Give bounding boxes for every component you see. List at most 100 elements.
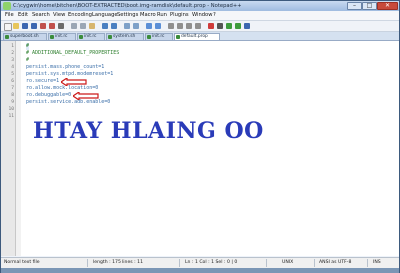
menu-view[interactable]: View bbox=[53, 12, 65, 19]
red-arrow-icon bbox=[73, 92, 99, 100]
saved-file-icon bbox=[108, 35, 112, 39]
indent-guide-icon[interactable] bbox=[195, 23, 201, 29]
tab-label: init.rc bbox=[152, 34, 165, 39]
close-all-icon[interactable] bbox=[49, 23, 55, 29]
undo-icon[interactable] bbox=[102, 23, 108, 29]
toolbar bbox=[1, 21, 399, 32]
minimize-button[interactable]: – bbox=[347, 2, 362, 10]
zoom-in-icon[interactable] bbox=[146, 23, 152, 29]
menu-language[interactable]: Language bbox=[92, 12, 118, 19]
status-lines: lines : 11 bbox=[122, 260, 143, 265]
status-divider bbox=[367, 259, 368, 267]
notepadpp-app-icon bbox=[3, 2, 11, 10]
menu-search[interactable]: Search bbox=[32, 12, 50, 19]
notepadpp-window: C:\cygwin\home\bitchen\BOOT-EXTRACTED\bo… bbox=[0, 0, 400, 273]
status-length: length : 175 bbox=[93, 260, 121, 265]
status-file-type: Normal text file bbox=[4, 260, 40, 265]
tab-default-prop[interactable]: default.prop bbox=[174, 33, 220, 40]
code-line[interactable]: # bbox=[26, 43, 30, 50]
maximize-icon: □ bbox=[366, 2, 373, 9]
save-macro-icon[interactable] bbox=[244, 23, 250, 29]
title-bar[interactable]: C:\cygwin\home\bitchen\BOOT-EXTRACTED\bo… bbox=[1, 1, 399, 11]
text-editor[interactable]: 1 2 3 4 5 6 7 8 9 10 11 # # ADDITIONAL_D… bbox=[1, 41, 399, 256]
code-line[interactable]: persist.service.adb.enable=0 bbox=[26, 99, 110, 106]
close-file-icon[interactable] bbox=[40, 23, 46, 29]
menu-window[interactable]: Window bbox=[192, 12, 212, 19]
line-number: 5 bbox=[11, 72, 14, 77]
window-bottom-frame bbox=[1, 268, 399, 273]
status-divider bbox=[179, 259, 180, 267]
line-number: 8 bbox=[11, 93, 14, 98]
line-number: 11 bbox=[8, 114, 14, 119]
code-line[interactable]: persist.mass.phone_count=1 bbox=[26, 64, 104, 71]
saved-file-icon bbox=[147, 35, 151, 39]
menu-encoding[interactable]: Encoding bbox=[68, 12, 92, 19]
cut-icon[interactable] bbox=[71, 23, 77, 29]
new-file-icon[interactable] bbox=[4, 23, 12, 31]
play-macro-icon[interactable] bbox=[226, 23, 232, 29]
status-divider bbox=[87, 259, 88, 267]
word-wrap-icon[interactable] bbox=[177, 23, 183, 29]
stop-macro-icon[interactable] bbox=[217, 23, 223, 29]
maximize-button[interactable]: □ bbox=[362, 2, 377, 10]
find-icon[interactable] bbox=[124, 23, 130, 29]
status-divider bbox=[266, 259, 267, 267]
show-all-chars-icon[interactable] bbox=[186, 23, 192, 29]
close-button[interactable]: ✕ bbox=[377, 2, 398, 10]
saved-file-icon bbox=[176, 35, 180, 39]
paste-icon[interactable] bbox=[89, 23, 95, 29]
open-file-icon[interactable] bbox=[13, 23, 19, 29]
close-icon: ✕ bbox=[384, 2, 391, 9]
replace-icon[interactable] bbox=[133, 23, 139, 29]
code-line[interactable]: persist.sys.mtpd.modemreset=1 bbox=[26, 71, 113, 78]
code-line[interactable]: # bbox=[26, 57, 29, 64]
tab-label: init.rc bbox=[84, 34, 97, 39]
menu-plugins[interactable]: Plugins bbox=[170, 12, 189, 19]
menu-macro[interactable]: Macro bbox=[140, 12, 156, 19]
tab-init-rc-1[interactable]: init.rc bbox=[48, 33, 76, 40]
status-insert-mode: INS bbox=[373, 260, 381, 265]
fold-margin[interactable] bbox=[16, 41, 21, 256]
tab-init-rc-3[interactable]: init.rc bbox=[145, 33, 173, 40]
tab-label: superboot.sh bbox=[10, 34, 39, 39]
saved-file-icon bbox=[79, 35, 83, 39]
menu-settings[interactable]: Settings bbox=[117, 12, 138, 19]
line-number: 4 bbox=[11, 65, 14, 70]
record-macro-icon[interactable] bbox=[208, 23, 214, 29]
code-line[interactable]: ro.allow.mock.location=0 bbox=[26, 85, 98, 92]
window-title: C:\cygwin\home\bitchen\BOOT-EXTRACTED\bo… bbox=[13, 3, 242, 9]
tab-superboot-sh[interactable]: superboot.sh bbox=[3, 33, 47, 40]
line-number: 7 bbox=[11, 86, 14, 91]
tab-bar: superboot.sh init.rc init.rc system.sh i… bbox=[1, 32, 399, 41]
status-bar: Normal text file length : 175 lines : 11… bbox=[1, 257, 399, 268]
sync-scroll-icon[interactable] bbox=[168, 23, 174, 29]
save-icon[interactable] bbox=[22, 23, 28, 29]
zoom-out-icon[interactable] bbox=[155, 23, 161, 29]
line-number: 3 bbox=[11, 58, 14, 63]
run-macro-multiple-icon[interactable] bbox=[235, 23, 241, 29]
menu-run[interactable]: Run bbox=[157, 12, 167, 19]
code-line[interactable]: # ADDITIONAL_DEFAULT_PROPERTIES bbox=[26, 50, 119, 57]
status-divider bbox=[314, 259, 315, 267]
menu-edit[interactable]: Edit bbox=[18, 12, 28, 19]
tab-init-rc-2[interactable]: init.rc bbox=[77, 33, 105, 40]
status-encoding: ANSI as UTF-8 bbox=[319, 260, 352, 265]
menu-file[interactable]: File bbox=[5, 12, 14, 19]
tab-label: default.prop bbox=[181, 34, 208, 39]
red-arrow-icon bbox=[61, 78, 87, 86]
code-line[interactable]: ro.secure=1 bbox=[26, 78, 59, 85]
line-number: 10 bbox=[8, 107, 14, 112]
menu-help[interactable]: ? bbox=[213, 12, 216, 19]
minimize-icon: – bbox=[353, 2, 356, 9]
saved-file-icon bbox=[50, 35, 54, 39]
copy-icon[interactable] bbox=[80, 23, 86, 29]
tab-label: init.rc bbox=[55, 34, 68, 39]
tab-system-sh[interactable]: system.sh bbox=[106, 33, 144, 40]
code-line[interactable]: ro.debuggable=0 bbox=[26, 92, 71, 99]
redo-icon[interactable] bbox=[111, 23, 117, 29]
print-icon[interactable] bbox=[58, 23, 64, 29]
tab-label: system.sh bbox=[113, 34, 136, 39]
save-all-icon[interactable] bbox=[31, 23, 37, 29]
menu-bar: File Edit Search View Encoding Language … bbox=[1, 11, 399, 21]
status-eol: UNIX bbox=[282, 260, 294, 265]
